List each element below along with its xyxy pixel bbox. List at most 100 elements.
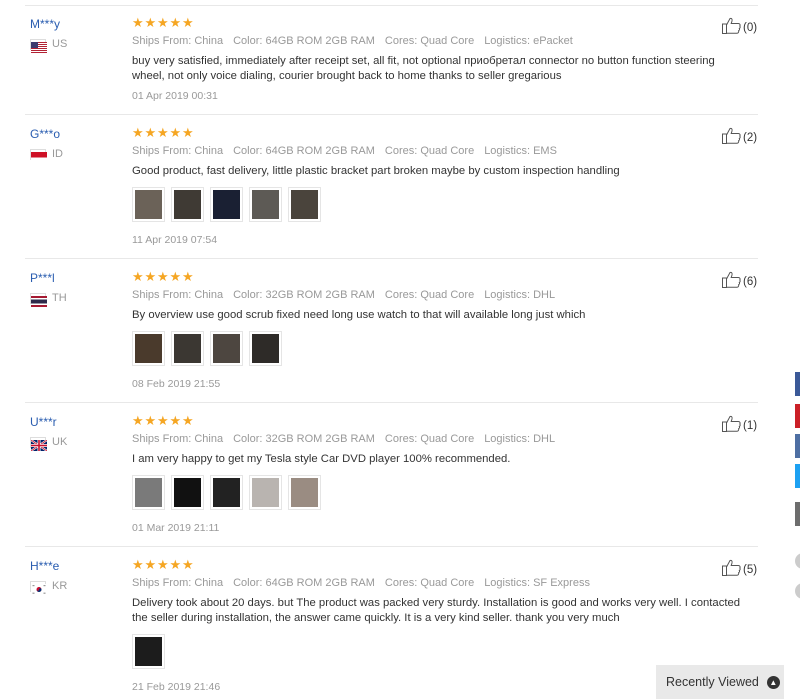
review-photo[interactable] xyxy=(288,187,321,222)
logistics: Logistics: DHL xyxy=(484,289,556,301)
twitter-share-icon[interactable] xyxy=(795,464,800,488)
review-photo[interactable] xyxy=(210,187,243,222)
sidebar-round-button[interactable] xyxy=(795,583,800,599)
star-icon: ★ xyxy=(132,413,144,428)
review-item: P***l TH ★ ★ ★ ★ ★ Ships From: China Color: 32GB… xyxy=(0,269,758,411)
email-share-icon[interactable] xyxy=(795,502,800,526)
recently-viewed-button[interactable]: Recently Viewed ▲ xyxy=(656,665,784,699)
product-color: Color: 64GB ROM 2GB RAM xyxy=(233,145,375,157)
review-photo[interactable] xyxy=(210,475,243,510)
logistics: Logistics: DHL xyxy=(484,433,556,445)
ships-from: Ships From: China xyxy=(132,289,224,301)
review-photo-image xyxy=(291,190,318,219)
helpful-button[interactable]: (6) xyxy=(722,271,757,293)
helpful-count: (6) xyxy=(743,276,758,288)
logistics: Logistics: SF Express xyxy=(484,577,590,589)
review-photo[interactable] xyxy=(132,475,165,510)
star-icon: ★ xyxy=(157,125,169,140)
pinterest-share-icon[interactable] xyxy=(795,404,800,428)
country-code: TH xyxy=(52,292,67,304)
id-flag-icon xyxy=(30,148,47,163)
logistics: Logistics: ePacket xyxy=(484,35,573,47)
th-flag-icon xyxy=(30,292,47,307)
review-photo[interactable] xyxy=(132,634,165,669)
review-photo-image xyxy=(252,478,279,507)
star-icon: ★ xyxy=(157,557,169,572)
review-photo-image xyxy=(135,478,162,507)
thumbs-up-icon xyxy=(722,127,741,149)
review-photo-image xyxy=(291,478,318,507)
reviewer-country: KR xyxy=(30,579,67,595)
star-icon: ★ xyxy=(182,269,194,284)
review-item: U***r UK ★ ★ ★ ★ ★ Ships From: China Color: 32GB… xyxy=(0,413,758,555)
helpful-button[interactable]: (0) xyxy=(722,17,757,39)
vk-share-icon[interactable] xyxy=(795,434,800,458)
thumbs-up-icon xyxy=(722,559,741,581)
star-icon: ★ xyxy=(157,269,169,284)
order-info: Ships From: China Color: 32GB ROM 2GB RAM… xyxy=(132,433,565,445)
star-icon: ★ xyxy=(132,557,144,572)
helpful-button[interactable]: (1) xyxy=(722,415,757,437)
product-color: Color: 64GB ROM 2GB RAM xyxy=(233,35,375,47)
review-date: 11 Apr 2019 07:54 xyxy=(132,234,218,246)
review-photo[interactable] xyxy=(249,187,282,222)
review-photo[interactable] xyxy=(249,475,282,510)
review-photo-image xyxy=(174,334,201,363)
order-info: Ships From: China Color: 64GB ROM 2GB RAM… xyxy=(132,577,600,589)
order-info: Ships From: China Color: 64GB ROM 2GB RAM… xyxy=(132,145,567,157)
star-icon: ★ xyxy=(157,413,169,428)
review-photos xyxy=(132,187,327,222)
star-icon: ★ xyxy=(169,557,182,572)
review-photo-image xyxy=(213,478,240,507)
star-rating: ★ ★ ★ ★ ★ xyxy=(132,413,195,428)
reviewer-name[interactable]: H***e xyxy=(30,559,59,573)
review-text: buy very satisfied, immediately after re… xyxy=(132,55,715,82)
review-photo[interactable] xyxy=(249,331,282,366)
reviewer-name[interactable]: U***r xyxy=(30,415,57,429)
product-cores: Cores: Quad Core xyxy=(384,433,475,445)
reviewer-name[interactable]: P***l xyxy=(30,271,55,285)
product-color: Color: 32GB ROM 2GB RAM xyxy=(233,433,375,445)
reviewer-country: TH xyxy=(30,291,67,307)
review-photo[interactable] xyxy=(171,331,204,366)
country-code: UK xyxy=(52,436,68,448)
country-code: ID xyxy=(52,148,63,160)
helpful-button[interactable]: (5) xyxy=(722,559,757,581)
review-photo-image xyxy=(135,637,162,666)
reviewer-name[interactable]: M***y xyxy=(30,17,60,31)
facebook-share-icon[interactable] xyxy=(795,372,800,396)
review-photo[interactable] xyxy=(132,187,165,222)
helpful-count: (2) xyxy=(743,132,758,144)
logistics: Logistics: EMS xyxy=(484,145,557,157)
reviewer-country: US xyxy=(30,37,67,53)
review-photo[interactable] xyxy=(132,331,165,366)
reviewer-country: ID xyxy=(30,147,63,163)
review-photo[interactable] xyxy=(171,475,204,510)
sidebar-round-button[interactable] xyxy=(795,553,800,569)
star-icon: ★ xyxy=(132,269,144,284)
ships-from: Ships From: China xyxy=(132,35,224,47)
helpful-count: (5) xyxy=(743,564,758,576)
ships-from: Ships From: China xyxy=(132,577,224,589)
review-date: 01 Mar 2019 21:11 xyxy=(132,522,220,534)
ships-from: Ships From: China xyxy=(132,145,224,157)
star-rating: ★ ★ ★ ★ ★ xyxy=(132,557,195,572)
divider xyxy=(25,5,758,6)
review-photo[interactable] xyxy=(288,475,321,510)
star-rating: ★ ★ ★ ★ ★ xyxy=(132,125,195,140)
review-date: 08 Feb 2019 21:55 xyxy=(132,378,221,390)
review-item: G***o ID ★ ★ ★ ★ ★ Ships From: China Color: 64GB… xyxy=(0,125,758,267)
star-icon: ★ xyxy=(132,125,144,140)
reviewer-name[interactable]: G***o xyxy=(30,127,60,141)
reviewer-country: UK xyxy=(30,435,68,452)
review-photo[interactable] xyxy=(210,331,243,366)
review-photo-image xyxy=(174,190,201,219)
helpful-button[interactable]: (2) xyxy=(722,127,757,149)
star-icon: ★ xyxy=(132,15,144,30)
product-cores: Cores: Quad Core xyxy=(384,577,475,589)
review-text: By overview use good scrub fixed need lo… xyxy=(132,309,586,321)
thumbs-up-icon xyxy=(722,415,741,437)
review-photo[interactable] xyxy=(171,187,204,222)
review-photo-image xyxy=(213,190,240,219)
helpful-count: (0) xyxy=(743,22,758,34)
